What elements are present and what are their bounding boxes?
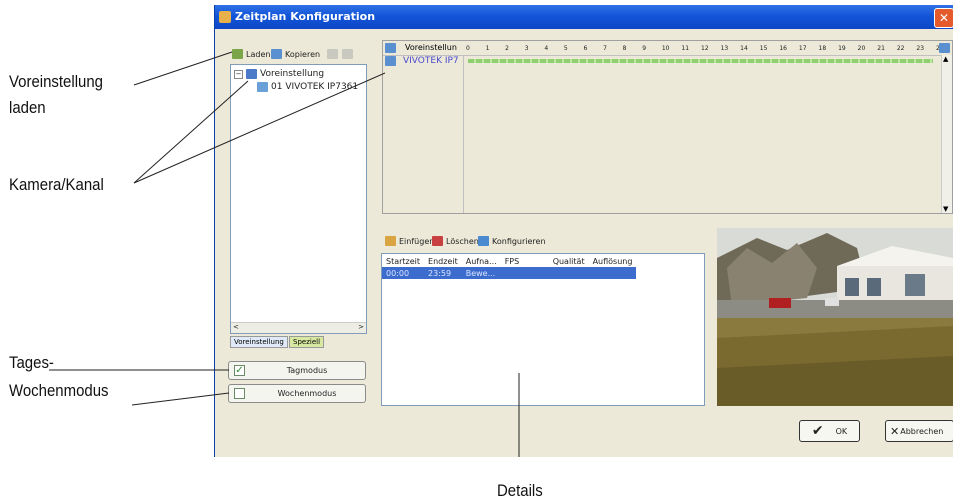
callout-lines bbox=[49, 51, 520, 457]
